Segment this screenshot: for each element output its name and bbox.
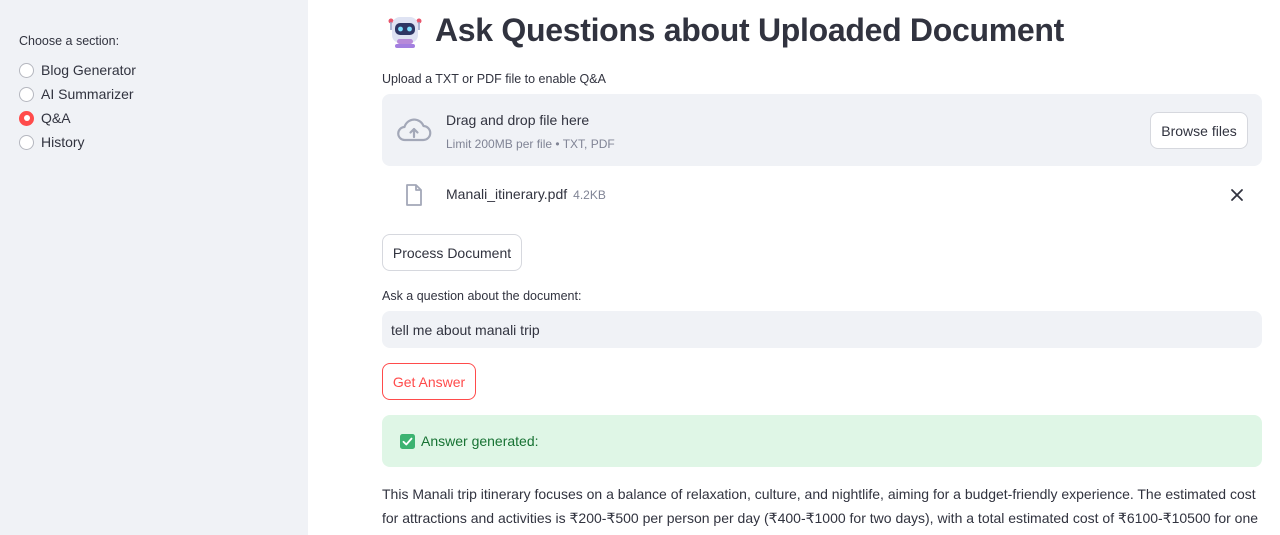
answer-text: This Manali trip itinerary focuses on a … <box>382 486 1259 526</box>
section-radio-group: Blog Generator AI Summarizer Q&A History <box>19 58 136 154</box>
robot-icon <box>388 16 422 48</box>
radio-label: Blog Generator <box>41 62 136 78</box>
file-dropzone[interactable]: Drag and drop file here Limit 200MB per … <box>382 94 1262 166</box>
radio-ai-summarizer[interactable]: AI Summarizer <box>19 82 136 106</box>
file-name: Manali_itinerary.pdf 4.2KB <box>446 186 606 202</box>
cloud-upload-icon <box>397 118 432 142</box>
upload-label: Upload a TXT or PDF file to enable Q&A <box>382 72 606 86</box>
sidebar: Choose a section: Blog Generator AI Summ… <box>0 0 308 535</box>
radio-qa[interactable]: Q&A <box>19 106 136 130</box>
file-icon <box>406 184 422 206</box>
file-name-text: Manali_itinerary.pdf <box>446 186 568 202</box>
check-icon <box>400 433 415 449</box>
browse-files-button[interactable]: Browse files <box>1150 112 1248 149</box>
dropzone-limit: Limit 200MB per file • TXT, PDF <box>446 137 615 151</box>
radio-circle-icon <box>19 86 34 102</box>
question-input[interactable] <box>382 311 1262 348</box>
radio-label: AI Summarizer <box>41 86 134 102</box>
radio-circle-icon <box>19 62 34 78</box>
radio-blog-generator[interactable]: Blog Generator <box>19 58 136 82</box>
get-answer-button[interactable]: Get Answer <box>382 363 476 400</box>
uploaded-file-row: Manali_itinerary.pdf 4.2KB <box>382 178 1262 212</box>
success-text: Answer generated: <box>421 433 539 449</box>
title-row: Ask Questions about Uploaded Document <box>387 12 1064 49</box>
close-icon[interactable] <box>1230 188 1244 202</box>
page-title: Ask Questions about Uploaded Document <box>435 12 1064 48</box>
radio-circle-icon <box>19 134 34 150</box>
dropzone-text: Drag and drop file here <box>446 112 590 128</box>
success-alert: Answer generated: <box>382 415 1262 467</box>
radio-label: History <box>41 134 85 150</box>
process-document-button[interactable]: Process Document <box>382 234 522 271</box>
radio-history[interactable]: History <box>19 130 136 154</box>
radio-selected-icon <box>19 110 34 126</box>
file-size: 4.2KB <box>573 188 606 202</box>
question-label: Ask a question about the document: <box>382 289 582 303</box>
radio-label: Q&A <box>41 110 71 126</box>
section-label: Choose a section: <box>19 34 120 48</box>
